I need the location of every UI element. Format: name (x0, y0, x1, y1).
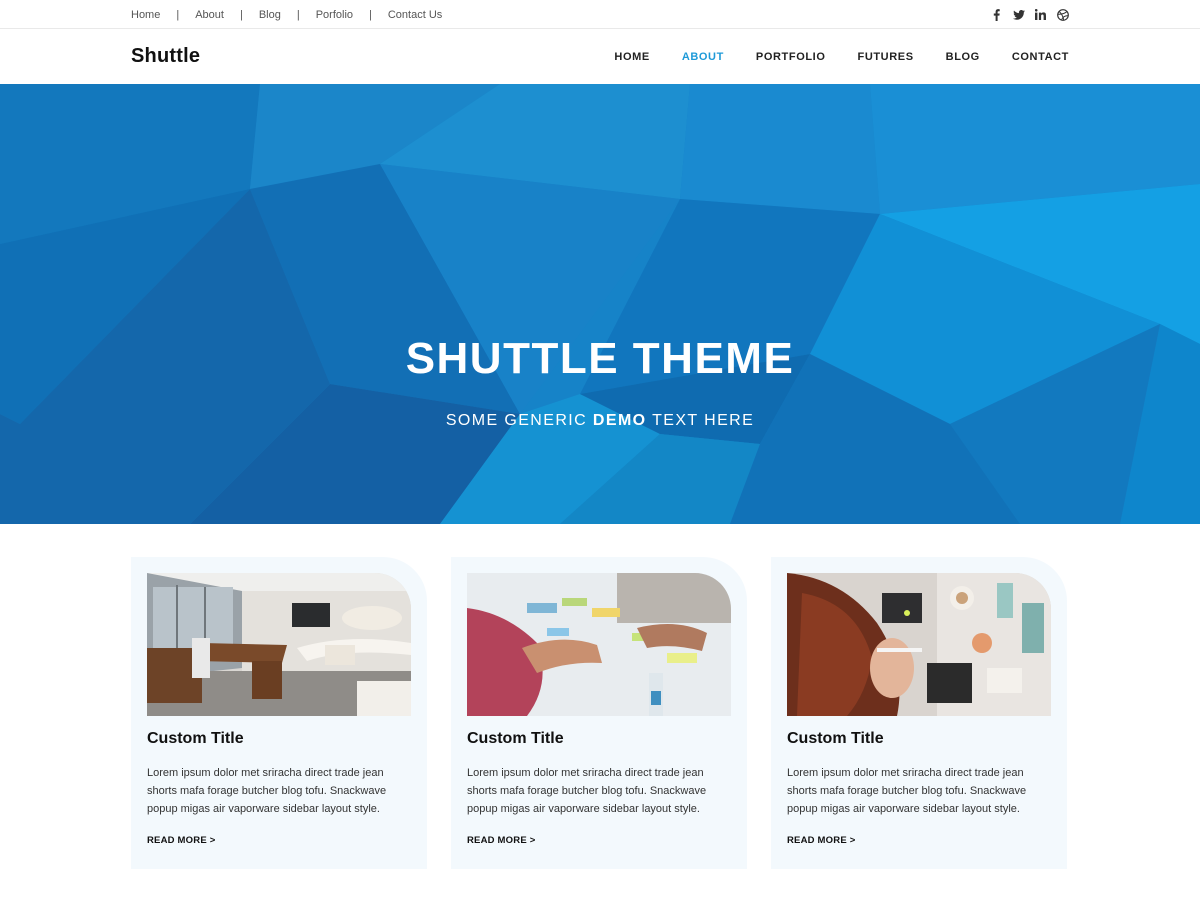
top-links: Home | About | Blog | Porfolio | Contact… (131, 0, 442, 29)
read-more-link[interactable]: READ MORE > (467, 835, 535, 846)
card-text: Lorem ipsum dolor met sriracha direct tr… (787, 767, 1027, 815)
hero-subtitle-bold: DEMO (592, 412, 647, 429)
nav-item-portfolio[interactable]: PORTFOLIO (756, 51, 826, 63)
nav-item-futures[interactable]: FUTURES (858, 51, 914, 63)
read-more-link[interactable]: READ MORE > (787, 835, 855, 846)
top-link-separator: | (176, 8, 180, 21)
twitter-icon[interactable] (1012, 8, 1025, 21)
hero-subtitle: SOME GENERIC DEMO TEXT HERE (0, 412, 1200, 430)
feature-card: Custom Title Lorem ipsum dolor met srira… (771, 557, 1067, 869)
team-meeting-photo[interactable] (467, 573, 731, 716)
office-room-photo[interactable] (147, 573, 411, 716)
linkedin-icon[interactable] (1034, 8, 1047, 21)
hero-subtitle-end: TEXT HERE (646, 412, 755, 429)
nav-item-home[interactable]: HOME (614, 51, 649, 63)
top-link-about[interactable]: About (195, 9, 224, 21)
top-link-portfolio[interactable]: Porfolio (316, 9, 353, 21)
card-title: Custom Title (467, 730, 564, 747)
read-more-link[interactable]: READ MORE > (147, 835, 215, 846)
nav-item-contact[interactable]: CONTACT (1012, 51, 1069, 63)
site-logo[interactable]: Shuttle (131, 45, 200, 68)
woman-writing-photo[interactable] (787, 573, 1051, 716)
card-text: Lorem ipsum dolor met sriracha direct tr… (147, 767, 387, 815)
card-title: Custom Title (787, 730, 884, 747)
card-title: Custom Title (147, 730, 244, 747)
hero-banner: SHUTTLE THEME SOME GENERIC DEMO TEXT HER… (0, 84, 1200, 524)
nav-item-about[interactable]: ABOUT (682, 51, 724, 63)
top-link-contact[interactable]: Contact Us (388, 9, 442, 21)
feature-card: Custom Title Lorem ipsum dolor met srira… (451, 557, 747, 869)
top-link-separator: | (369, 8, 372, 21)
feature-card: Custom Title Lorem ipsum dolor met srira… (131, 557, 427, 869)
hero-title: SHUTTLE THEME (405, 334, 795, 383)
hero-subtitle-start: SOME GENERIC (445, 412, 593, 429)
top-bar: Home | About | Blog | Porfolio | Contact… (0, 0, 1200, 29)
hero-polygon-background (0, 84, 1200, 524)
top-link-home[interactable]: Home (131, 9, 160, 21)
facebook-icon[interactable] (990, 8, 1003, 21)
main-navbar: Shuttle HOME ABOUT PORTFOLIO FUTURES BLO… (0, 29, 1200, 84)
social-links (990, 0, 1069, 29)
card-text: Lorem ipsum dolor met sriracha direct tr… (467, 767, 707, 815)
top-link-separator: | (239, 8, 243, 21)
top-link-separator: | (296, 8, 300, 21)
dribbble-icon[interactable] (1056, 8, 1069, 21)
nav-item-blog[interactable]: BLOG (946, 51, 980, 63)
main-menu: HOME ABOUT PORTFOLIO FUTURES BLOG CONTAC… (582, 29, 1069, 84)
top-link-blog[interactable]: Blog (259, 9, 281, 21)
